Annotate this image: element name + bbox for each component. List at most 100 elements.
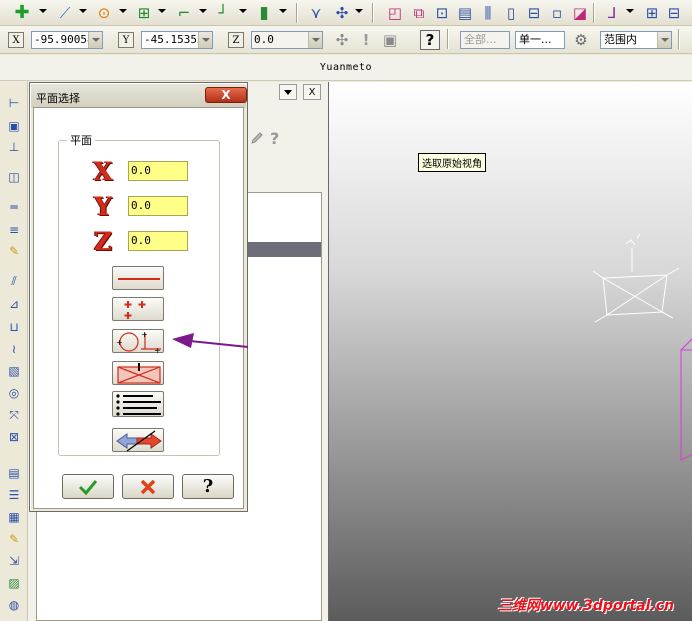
plane-swap-button[interactable] bbox=[112, 428, 164, 452]
expand-icon[interactable]: ⤧ bbox=[5, 406, 23, 424]
single-select[interactable]: 单一... bbox=[515, 31, 565, 49]
group-icon[interactable]: ⊟ bbox=[524, 3, 544, 23]
image-icon[interactable]: ▨ bbox=[5, 574, 23, 592]
chevron-down-icon[interactable] bbox=[39, 9, 47, 13]
alert-icon: ! bbox=[362, 30, 370, 49]
corner-icon[interactable]: ◪ bbox=[570, 3, 590, 23]
cylinder-icon[interactable]: ▮ bbox=[254, 3, 274, 23]
axis-icon[interactable]: ✣ bbox=[332, 3, 352, 23]
z-axis-button[interactable]: Z bbox=[90, 227, 116, 256]
chevron-down-icon[interactable] bbox=[79, 9, 87, 13]
panel-help-icon[interactable]: ? bbox=[270, 129, 279, 148]
grid-icon[interactable]: ⊟ bbox=[664, 3, 684, 23]
pattern-icon[interactable]: ▧ bbox=[5, 362, 23, 380]
hatch-icon[interactable]: ⫽ bbox=[5, 272, 23, 290]
x-axis-button[interactable]: X bbox=[90, 157, 116, 186]
help-icon[interactable]: ? bbox=[420, 30, 440, 50]
align-icon[interactable]: ▤ bbox=[455, 3, 475, 23]
graphics-viewport[interactable]: 选取原始视角 三维网www.3dportal.cn bbox=[328, 82, 692, 621]
circle-icon[interactable]: ⊙ bbox=[94, 3, 114, 23]
panel-pencil-icon[interactable] bbox=[250, 131, 264, 145]
tree-selected-row[interactable] bbox=[246, 242, 321, 257]
transform-icon[interactable]: ⧉ bbox=[409, 3, 429, 23]
move-icon[interactable]: ▯ bbox=[501, 3, 521, 23]
export-icon[interactable]: ⇲ bbox=[5, 552, 23, 570]
pencil-icon[interactable]: ✎ bbox=[5, 242, 23, 260]
array-icon[interactable]: ⊡ bbox=[432, 3, 452, 23]
tool-icon[interactable]: ⋎ bbox=[306, 3, 326, 23]
plane-box-button[interactable] bbox=[112, 361, 164, 385]
ruler-icon[interactable]: ⊔ bbox=[5, 318, 23, 336]
bar-icon[interactable]: ⫼ bbox=[478, 3, 498, 23]
left-toolbar: ⊢ ▣ ⊥ ◫ ═ ≡ ✎ ⫽ ⊿ ⊔ ≀ ▧ ◎ ⤧ ⊠ ▤ ☰ ▦ ✎ ⇲ … bbox=[0, 82, 28, 621]
z-value-input[interactable]: 0.0 bbox=[128, 231, 188, 251]
ring-icon[interactable]: ◎ bbox=[5, 384, 23, 402]
document-icon[interactable]: ▤ bbox=[5, 464, 23, 482]
settings-icon[interactable]: ⚙ bbox=[571, 30, 591, 50]
x-value-input[interactable]: 0.0 bbox=[128, 161, 188, 181]
chevron-down-icon[interactable] bbox=[626, 9, 634, 13]
plane-select-dialog: 平面选择 X 平面 X 0.0 Y 0.0 Z 0.0 + + + ? bbox=[29, 82, 248, 512]
ok-button[interactable] bbox=[62, 474, 114, 499]
line-icon[interactable]: ⟋ bbox=[55, 3, 75, 23]
tree-icon[interactable]: ⊢ bbox=[5, 94, 23, 112]
layers-icon[interactable]: ≡ bbox=[5, 221, 23, 239]
range-select[interactable]: 范围内 bbox=[600, 31, 672, 49]
chevron-down-icon[interactable] bbox=[308, 32, 322, 48]
panel-close-button[interactable]: X bbox=[303, 84, 321, 100]
y-coordinate-field[interactable]: -45.15353 bbox=[141, 31, 213, 49]
help-button[interactable]: ? bbox=[182, 474, 234, 499]
curve-icon[interactable]: ⌐ bbox=[174, 3, 194, 23]
plane-list-button[interactable] bbox=[112, 391, 164, 417]
plane-points-button[interactable] bbox=[112, 297, 164, 321]
list-icon[interactable]: ☰ bbox=[5, 486, 23, 504]
chevron-down-icon[interactable] bbox=[355, 9, 363, 13]
dialog-close-button[interactable]: X bbox=[205, 87, 247, 103]
chevron-down-icon[interactable] bbox=[657, 32, 671, 48]
mirror-icon[interactable]: ▫ bbox=[547, 3, 567, 23]
grid-icon[interactable]: ⊞ bbox=[134, 3, 154, 23]
snap-icon[interactable]: ✣ bbox=[332, 30, 352, 50]
watermark: 三维网www.3dportal.cn bbox=[497, 598, 674, 614]
wireframe-model bbox=[592, 233, 692, 461]
z-coordinate-field[interactable]: 0.0 bbox=[251, 31, 323, 49]
chevron-down-icon[interactable] bbox=[158, 9, 166, 13]
y-axis-button[interactable]: Y bbox=[90, 192, 116, 221]
wave-icon[interactable]: ≀ bbox=[5, 340, 23, 358]
plane-circle-button[interactable]: + + + bbox=[112, 329, 164, 354]
layout-icon[interactable]: ⅃ bbox=[602, 3, 622, 23]
chevron-down-icon[interactable] bbox=[199, 9, 207, 13]
path-icon[interactable]: ┘ bbox=[213, 3, 233, 23]
range-select-value: 范围内 bbox=[604, 33, 637, 46]
window-icon[interactable]: ⊞ bbox=[642, 3, 662, 23]
chevron-down-icon[interactable] bbox=[198, 32, 212, 48]
svg-text:+: + bbox=[116, 338, 123, 347]
circle-plane-icon: + + + bbox=[116, 330, 161, 354]
layer-icon[interactable]: ═ bbox=[5, 198, 23, 216]
table-icon[interactable]: ▦ bbox=[5, 508, 23, 526]
dialog-titlebar[interactable]: 平面选择 X bbox=[31, 84, 247, 108]
globe-icon[interactable]: ◍ bbox=[5, 596, 23, 614]
title-bar: Yuanmeto bbox=[0, 55, 692, 81]
image-icon[interactable]: ▣ bbox=[380, 30, 400, 50]
chevron-down-icon[interactable] bbox=[88, 32, 102, 48]
chevron-down-icon[interactable] bbox=[279, 9, 287, 13]
toolbar-separator bbox=[447, 29, 449, 49]
x-coordinate-field[interactable]: -95.90058 bbox=[31, 31, 103, 49]
chevron-down-icon[interactable] bbox=[239, 9, 247, 13]
frame-icon[interactable]: ▣ bbox=[5, 117, 23, 135]
filter-all-select[interactable]: 全部... bbox=[460, 31, 510, 49]
y-value-input[interactable]: 0.0 bbox=[128, 196, 188, 216]
box-icon[interactable]: ⊠ bbox=[5, 428, 23, 446]
edit-icon[interactable]: ✎ bbox=[5, 530, 23, 548]
panel-menu-button[interactable] bbox=[279, 84, 297, 100]
plane-line-button[interactable] bbox=[112, 266, 164, 290]
cancel-button[interactable] bbox=[122, 474, 174, 499]
chevron-down-icon[interactable] bbox=[119, 9, 127, 13]
view-icon[interactable]: ◫ bbox=[5, 168, 23, 186]
copy-icon[interactable]: ◰ bbox=[385, 3, 405, 23]
stack-icon[interactable]: ⊥ bbox=[5, 138, 23, 156]
add-point-icon[interactable]: ✚ bbox=[12, 3, 32, 23]
toolbar-separator bbox=[678, 29, 680, 49]
dimension-icon[interactable]: ⊿ bbox=[5, 295, 23, 313]
